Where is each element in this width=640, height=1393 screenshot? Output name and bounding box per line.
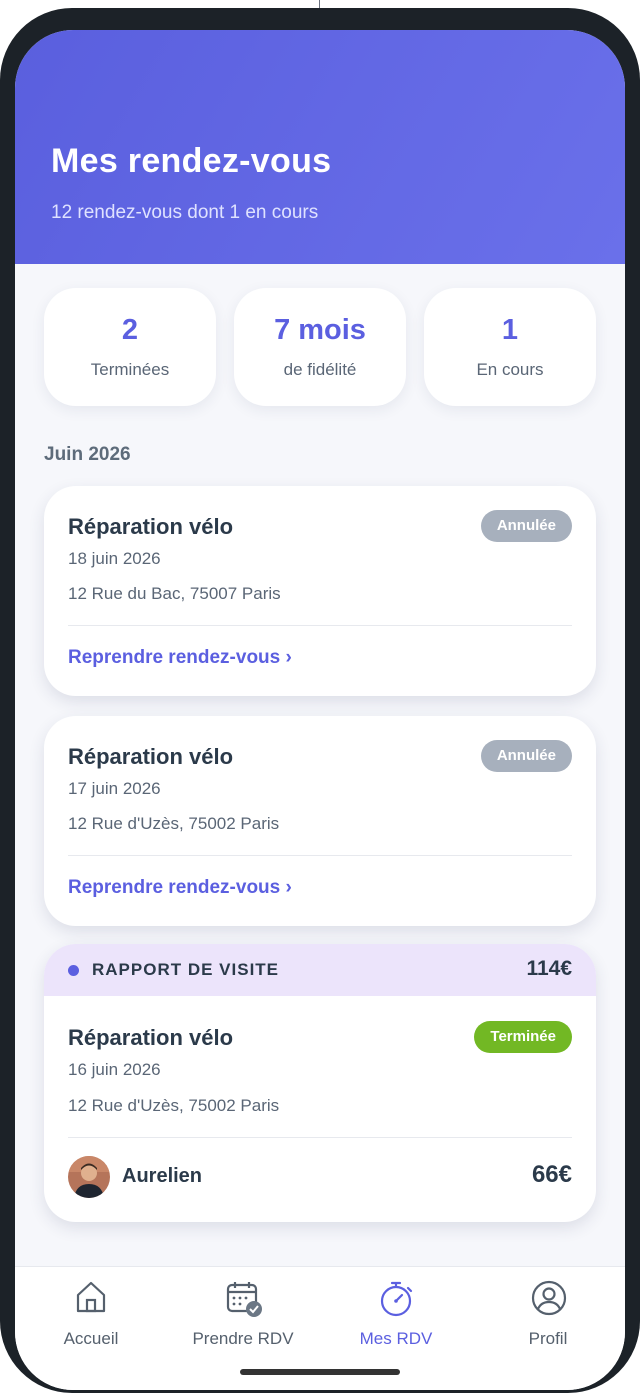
rebook-link[interactable]: Reprendre rendez-vous › [68, 877, 292, 899]
divider [68, 625, 572, 626]
tab-profil[interactable]: Profil [472, 1267, 624, 1390]
stat-value: 1 [501, 314, 519, 346]
frame-top-line [319, 0, 320, 8]
tab-accueil[interactable]: Accueil [15, 1267, 167, 1390]
home-icon [76, 1281, 106, 1313]
divider [68, 1137, 572, 1138]
calendar-check-icon [226, 1282, 262, 1317]
status-badge: Annulée [480, 510, 572, 542]
visit-report-label: RAPPORT DE VISITE [92, 960, 280, 979]
appointment-card[interactable]: Réparation vélo Annulée 18 juin 2026 12 … [44, 486, 596, 696]
appointment-title: Réparation vélo [68, 514, 234, 539]
appointment-date: 17 juin 2026 [68, 779, 161, 798]
stat-card-done: 2 Terminées [44, 288, 216, 406]
technician-name: Aurelien [122, 1165, 203, 1187]
appointment-address: 12 Rue d'Uzès, 75002 Paris [68, 814, 280, 833]
appointment-address: 12 Rue du Bac, 75007 Paris [68, 584, 281, 603]
appointment-address: 12 Rue d'Uzès, 75002 Paris [68, 1096, 280, 1115]
stat-value: 7 mois [274, 314, 366, 346]
page-subtitle: 12 rendez-vous dont 1 en cours [51, 202, 319, 223]
home-indicator [240, 1369, 400, 1375]
phone-frame: Mes rendez-vous 12 rendez-vous dont 1 en… [0, 8, 640, 1393]
stat-card-loyalty: 7 mois de fidélité [234, 288, 406, 406]
user-circle-icon [531, 1280, 567, 1316]
stat-label: En cours [476, 360, 544, 379]
stat-card-ongoing: 1 En cours [424, 288, 596, 406]
appointment-date: 16 juin 2026 [68, 1060, 161, 1079]
appointment-date: 18 juin 2026 [68, 549, 161, 568]
stat-label: Terminées [90, 360, 170, 379]
status-badge: Terminée [474, 1021, 572, 1053]
header: Mes rendez-vous 12 rendez-vous dont 1 en… [15, 30, 625, 264]
avatar [68, 1156, 110, 1198]
app-screen: Mes rendez-vous 12 rendez-vous dont 1 en… [15, 30, 625, 1390]
stopwatch-icon [380, 1281, 413, 1317]
page-title: Mes rendez-vous [51, 142, 332, 180]
dot-icon [68, 965, 79, 976]
month-section-label: Juin 2026 [44, 444, 131, 465]
rebook-link[interactable]: Reprendre rendez-vous › [68, 647, 292, 669]
appointment-card[interactable]: Réparation vélo Annulée 17 juin 2026 12 … [44, 716, 596, 926]
stat-value: 2 [121, 314, 139, 346]
tab-label: Mes RDV [359, 1329, 433, 1348]
appointment-title: Réparation vélo [68, 744, 234, 769]
appointment-title: Réparation vélo [68, 1025, 234, 1050]
visit-report-card[interactable]: RAPPORT DE VISITE 114€ Réparation vélo T… [44, 944, 596, 1222]
visit-report-total: 114€ [526, 957, 572, 980]
tab-label: Profil [528, 1329, 568, 1348]
tab-label: Prendre RDV [192, 1329, 294, 1348]
stat-label: de fidélité [283, 360, 357, 379]
technician-price: 66€ [531, 1161, 572, 1188]
tab-label: Accueil [63, 1329, 119, 1348]
status-badge: Annulée [480, 740, 572, 772]
divider [68, 855, 572, 856]
visit-report-header: RAPPORT DE VISITE 114€ [44, 944, 596, 996]
